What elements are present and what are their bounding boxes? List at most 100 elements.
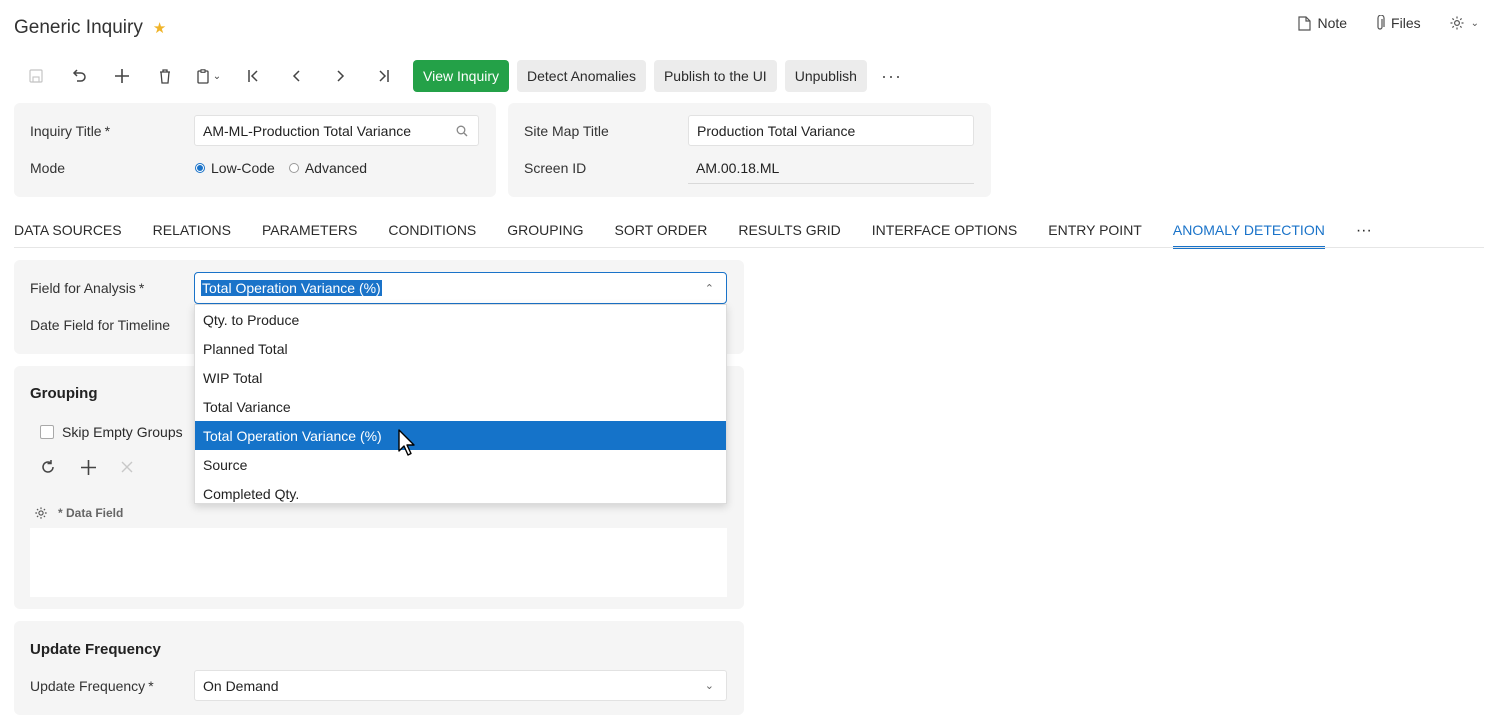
mode-advanced-label: Advanced	[304, 160, 368, 176]
favorite-star-icon[interactable]: ★	[153, 19, 166, 37]
unpublish-button[interactable]: Unpublish	[784, 60, 867, 92]
tab-sort-order[interactable]: SORT ORDER	[615, 222, 708, 249]
dropdown-option[interactable]: Total Variance	[195, 392, 726, 421]
note-icon	[1298, 15, 1312, 31]
files-button[interactable]: Files	[1375, 15, 1421, 31]
tab-data-sources[interactable]: DATA SOURCES	[14, 222, 122, 249]
mode-label: Mode	[30, 160, 66, 176]
dropdown-option[interactable]: Completed Qty.	[195, 479, 726, 508]
undo-button[interactable]	[57, 60, 100, 92]
radio-checked-icon	[195, 163, 205, 173]
required-marker: *	[148, 678, 154, 694]
inquiry-title-label: Inquiry Title *	[30, 123, 110, 139]
chevron-down-icon: ⌄	[1470, 17, 1479, 29]
header-actions: Note Files ⌄	[1298, 15, 1479, 31]
publish-button[interactable]: Publish to the UI	[653, 60, 777, 92]
dropdown-option[interactable]: Source	[195, 450, 726, 479]
mode-radio-group: Low-Code Advanced	[195, 160, 367, 176]
dropdown-option-highlighted[interactable]: Total Operation Variance (%)	[195, 421, 726, 450]
field-for-analysis-dropdown: Qty. to Produce Planned Total WIP Total …	[194, 304, 727, 504]
gear-icon[interactable]	[34, 506, 48, 520]
update-frequency-label: Update Frequency *	[30, 678, 154, 694]
chevron-left-icon	[292, 70, 300, 82]
first-icon	[247, 70, 258, 82]
dropdown-option[interactable]: Qty. to Produce	[195, 305, 726, 334]
dropdown-option[interactable]: WIP Total	[195, 363, 726, 392]
tab-anomaly-detection[interactable]: ANOMALY DETECTION	[1172, 222, 1325, 249]
tab-bar: DATA SOURCES RELATIONS PARAMETERS CONDIT…	[14, 222, 1403, 249]
chevron-up-icon: ⌃	[704, 282, 714, 295]
refresh-icon[interactable]	[40, 459, 56, 475]
grouping-grid-toolbar	[40, 459, 133, 475]
next-record-button[interactable]	[318, 60, 361, 92]
update-frequency-title: Update Frequency	[30, 641, 161, 658]
close-icon[interactable]	[121, 461, 133, 473]
files-label: Files	[1391, 15, 1421, 31]
clipboard-icon	[197, 68, 209, 84]
tab-conditions[interactable]: CONDITIONS	[388, 222, 476, 249]
site-map-title-value: Production Total Variance	[697, 122, 856, 139]
tab-interface-options[interactable]: INTERFACE OPTIONS	[872, 222, 1017, 249]
tab-results-grid[interactable]: RESULTS GRID	[738, 222, 840, 249]
view-inquiry-button[interactable]: View Inquiry	[413, 60, 510, 92]
tabs-more-button[interactable]: ···	[1356, 222, 1372, 249]
update-frequency-label-text: Update Frequency	[30, 678, 146, 694]
screen-id-underline	[688, 183, 974, 184]
screen-id-value: AM.00.18.ML	[696, 160, 780, 176]
update-frequency-value: On Demand	[203, 677, 279, 694]
undo-icon	[72, 69, 86, 82]
search-icon[interactable]	[456, 125, 468, 137]
save-icon	[28, 69, 43, 83]
detect-anomalies-button[interactable]: Detect Anomalies	[517, 60, 646, 92]
data-field-column-header[interactable]: * Data Field	[58, 506, 123, 520]
required-marker: *	[138, 280, 145, 296]
site-map-title-field[interactable]: Production Total Variance	[688, 115, 974, 146]
chevron-down-icon: ⌄	[212, 70, 222, 82]
screen-id-label: Screen ID	[524, 160, 587, 176]
grouping-title: Grouping	[30, 385, 98, 402]
mode-radio-advanced[interactable]: Advanced	[288, 160, 368, 176]
skip-empty-groups-label: Skip Empty Groups	[62, 424, 183, 440]
field-for-analysis-label: Field for Analysis *	[30, 280, 144, 296]
note-label: Note	[1317, 15, 1348, 31]
toolbar-more-button[interactable]: ···	[881, 66, 902, 87]
delete-button[interactable]	[143, 60, 186, 92]
dropdown-option[interactable]: Planned Total	[195, 334, 726, 363]
field-for-analysis-label-text: Field for Analysis	[30, 280, 136, 296]
chevron-right-icon	[336, 70, 344, 82]
tab-grouping[interactable]: GROUPING	[507, 222, 583, 249]
inquiry-title-field[interactable]: AM-ML-Production Total Variance	[194, 115, 479, 146]
settings-menu-button[interactable]: ⌄	[1449, 15, 1479, 31]
date-field-label: Date Field for Timeline	[30, 317, 171, 333]
note-button[interactable]: Note	[1298, 15, 1347, 31]
trash-icon	[159, 68, 170, 84]
grouping-grid-body	[30, 528, 727, 597]
plus-icon	[114, 69, 129, 83]
paperclip-icon	[1377, 15, 1385, 30]
first-record-button[interactable]	[232, 60, 275, 92]
tab-parameters[interactable]: PARAMETERS	[262, 222, 357, 249]
copy-paste-button[interactable]: ⌄	[186, 60, 232, 92]
radio-unchecked-icon	[288, 163, 299, 173]
add-button[interactable]	[100, 60, 143, 92]
mode-low-code-label: Low-Code	[211, 160, 275, 176]
previous-record-button[interactable]	[275, 60, 318, 92]
mouse-cursor-icon	[398, 429, 415, 456]
gear-icon	[1450, 16, 1464, 30]
page-title-area: Generic Inquiry ★	[14, 17, 166, 39]
tabs-divider	[14, 247, 1484, 248]
field-for-analysis-value: Total Operation Variance (%)	[201, 280, 382, 296]
update-frequency-select[interactable]: On Demand ⌄	[194, 670, 727, 701]
inquiry-title-label-text: Inquiry Title	[30, 123, 102, 139]
site-map-title-label: Site Map Title	[524, 123, 609, 139]
tab-relations[interactable]: RELATIONS	[153, 222, 231, 249]
checkbox-icon	[40, 425, 54, 439]
save-button[interactable]	[14, 60, 57, 92]
plus-icon[interactable]	[81, 459, 96, 475]
field-for-analysis-select[interactable]: Total Operation Variance (%) ⌃	[194, 272, 727, 304]
mode-radio-low-code[interactable]: Low-Code	[195, 160, 275, 176]
inquiry-title-value: AM-ML-Production Total Variance	[203, 122, 412, 139]
last-record-button[interactable]	[361, 60, 404, 92]
tab-entry-point[interactable]: ENTRY POINT	[1048, 222, 1142, 249]
skip-empty-groups-checkbox[interactable]: Skip Empty Groups	[40, 424, 183, 440]
